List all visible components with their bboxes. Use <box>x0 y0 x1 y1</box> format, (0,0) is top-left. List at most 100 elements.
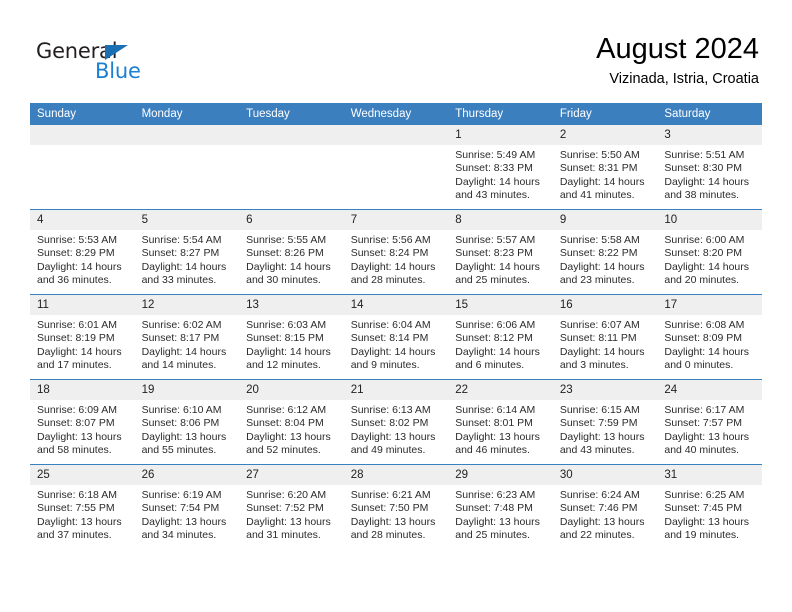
sunrise-time: Sunrise: 6:07 AM <box>559 319 640 331</box>
calendar-day-cell[interactable]: 26 Sunrise: 6:19 AM Sunset: 7:54 PM Dayligh… <box>134 464 240 549</box>
sunrise-time: Sunrise: 5:53 AM <box>37 234 117 246</box>
sunset-time: Sunset: 8:33 PM <box>455 162 533 175</box>
calendar-day-cell[interactable]: 29 Sunrise: 6:23 AM Sunset: 7:48 PM Dayligh… <box>448 464 553 549</box>
calendar-day-cell[interactable]: 22 Sunrise: 6:14 AM Sunset: 8:01 PM Dayligh… <box>448 379 553 465</box>
daylight-duration-line1: Daylight: 14 hours <box>37 345 122 358</box>
daylight-duration-line1: Daylight: 14 hours <box>664 345 750 358</box>
daylight-duration-line2: and 43 minutes. <box>559 443 635 456</box>
calendar-day-cell[interactable]: 15 Sunrise: 6:06 AM Sunset: 8:12 PM Dayligh… <box>448 294 553 380</box>
day-details: Sunrise: 5:56 AM Sunset: 8:24 PM Daylight:… <box>344 230 449 287</box>
sunset-time: Sunset: 8:29 PM <box>37 247 115 260</box>
day-number: 16 <box>552 295 658 315</box>
day-number: 2 <box>552 125 658 145</box>
calendar-day-cell[interactable]: 13 Sunrise: 6:03 AM Sunset: 8:15 PM Dayligh… <box>239 294 344 380</box>
day-number: 12 <box>134 295 240 315</box>
day-details: Sunrise: 5:58 AM Sunset: 8:22 PM Daylight:… <box>553 230 658 287</box>
day-details: Sunrise: 5:49 AM Sunset: 8:33 PM Daylight:… <box>448 145 553 202</box>
calendar-day-cell[interactable]: 10 Sunrise: 6:00 AM Sunset: 8:20 PM Dayligh… <box>657 209 762 295</box>
calendar-day-cell[interactable]: 1 Sunrise: 5:49 AM Sunset: 8:33 PM Daylight… <box>448 125 553 210</box>
daylight-duration-line1: Daylight: 14 hours <box>37 260 122 273</box>
calendar-day-cell[interactable]: 18 Sunrise: 6:09 AM Sunset: 8:07 PM Dayligh… <box>30 379 135 465</box>
sunrise-time: Sunrise: 5:54 AM <box>141 234 222 246</box>
calendar-day-cell[interactable]: 24 Sunrise: 6:17 AM Sunset: 7:57 PM Dayligh… <box>657 379 762 465</box>
daylight-duration-line2: and 6 minutes. <box>455 358 525 371</box>
sunrise-time: Sunrise: 5:51 AM <box>664 149 745 161</box>
sunset-time: Sunset: 8:26 PM <box>246 247 324 260</box>
day-number <box>134 125 240 145</box>
day-number: 30 <box>552 465 658 485</box>
day-number <box>343 125 449 145</box>
calendar-day-cell[interactable]: 9 Sunrise: 5:58 AM Sunset: 8:22 PM Daylight… <box>552 209 658 295</box>
calendar-week-row: 18 Sunrise: 6:09 AM Sunset: 8:07 PM Dayligh… <box>30 379 762 465</box>
calendar-day-cell[interactable]: 14 Sunrise: 6:04 AM Sunset: 8:14 PM Dayligh… <box>343 294 449 380</box>
sunrise-time: Sunrise: 6:25 AM <box>664 489 745 501</box>
day-number: 10 <box>657 210 762 230</box>
day-number: 23 <box>552 380 658 400</box>
daylight-duration-line1: Daylight: 14 hours <box>559 345 645 358</box>
weekday-header-tuesday: Tuesday <box>239 103 344 125</box>
calendar-day-cell[interactable]: 3 Sunrise: 5:51 AM Sunset: 8:30 PM Daylight… <box>657 125 762 210</box>
day-number <box>30 125 135 145</box>
daylight-duration-line2: and 37 minutes. <box>37 528 112 541</box>
calendar-day-cell[interactable]: 25 Sunrise: 6:18 AM Sunset: 7:55 PM Dayligh… <box>30 464 135 549</box>
weekday-header-wednesday: Wednesday <box>343 103 449 125</box>
calendar-day-cell[interactable]: 11 Sunrise: 6:01 AM Sunset: 8:19 PM Dayligh… <box>30 294 135 380</box>
day-number: 9 <box>552 210 658 230</box>
calendar-week-row: 1 Sunrise: 5:49 AM Sunset: 8:33 PM Daylight… <box>30 125 762 210</box>
calendar-day-cell[interactable]: 4 Sunrise: 5:53 AM Sunset: 8:29 PM Daylight… <box>30 209 135 295</box>
daylight-duration-line1: Daylight: 14 hours <box>141 260 227 273</box>
calendar-day-cell[interactable]: 17 Sunrise: 6:08 AM Sunset: 8:09 PM Dayligh… <box>657 294 762 380</box>
sunset-time: Sunset: 8:20 PM <box>664 247 743 260</box>
daylight-duration-line2: and 36 minutes. <box>37 273 112 286</box>
sunrise-time: Sunrise: 6:13 AM <box>350 404 431 416</box>
day-number: 28 <box>343 465 449 485</box>
day-details: Sunrise: 6:01 AM Sunset: 8:19 PM Daylight:… <box>30 315 135 372</box>
daylight-duration-line1: Daylight: 13 hours <box>37 430 122 443</box>
day-details: Sunrise: 6:03 AM Sunset: 8:15 PM Daylight:… <box>239 315 344 372</box>
day-details: Sunrise: 6:17 AM Sunset: 7:57 PM Daylight:… <box>657 400 762 457</box>
daylight-duration-line1: Daylight: 14 hours <box>246 345 331 358</box>
daylight-duration-line2: and 49 minutes. <box>350 443 426 456</box>
sunset-time: Sunset: 8:31 PM <box>559 162 638 175</box>
calendar-day-cell[interactable]: 27 Sunrise: 6:20 AM Sunset: 7:52 PM Dayligh… <box>239 464 344 549</box>
daylight-duration-line2: and 46 minutes. <box>455 443 530 456</box>
calendar-day-cell[interactable]: 5 Sunrise: 5:54 AM Sunset: 8:27 PM Daylight… <box>134 209 240 295</box>
calendar-day-cell[interactable]: 8 Sunrise: 5:57 AM Sunset: 8:23 PM Daylight… <box>448 209 553 295</box>
calendar-day-cell[interactable]: 7 Sunrise: 5:56 AM Sunset: 8:24 PM Daylight… <box>343 209 449 295</box>
day-number <box>239 125 344 145</box>
daylight-duration-line2: and 30 minutes. <box>246 273 321 286</box>
calendar-day-cell[interactable]: 21 Sunrise: 6:13 AM Sunset: 8:02 PM Dayligh… <box>343 379 449 465</box>
day-number: 3 <box>657 125 762 145</box>
day-details: Sunrise: 6:10 AM Sunset: 8:06 PM Daylight:… <box>135 400 240 457</box>
sunset-time: Sunset: 8:27 PM <box>141 247 220 260</box>
calendar-day-cell[interactable]: 12 Sunrise: 6:02 AM Sunset: 8:17 PM Dayligh… <box>134 294 240 380</box>
calendar-day-cell[interactable]: 16 Sunrise: 6:07 AM Sunset: 8:11 PM Dayligh… <box>552 294 658 380</box>
calendar-day-cell[interactable]: 2 Sunrise: 5:50 AM Sunset: 8:31 PM Daylight… <box>552 125 658 210</box>
calendar-day-cell[interactable]: 30 Sunrise: 6:24 AM Sunset: 7:46 PM Dayligh… <box>552 464 658 549</box>
day-details: Sunrise: 6:19 AM Sunset: 7:54 PM Daylight:… <box>135 485 240 542</box>
sunrise-time: Sunrise: 6:01 AM <box>37 319 117 331</box>
sunrise-time: Sunrise: 6:12 AM <box>246 404 327 416</box>
daylight-duration-line2: and 31 minutes. <box>246 528 321 541</box>
calendar-day-cell[interactable]: 23 Sunrise: 6:15 AM Sunset: 7:59 PM Dayligh… <box>552 379 658 465</box>
sunrise-time: Sunrise: 6:23 AM <box>455 489 536 501</box>
day-number: 6 <box>239 210 344 230</box>
calendar-day-cell[interactable]: 19 Sunrise: 6:10 AM Sunset: 8:06 PM Dayligh… <box>134 379 240 465</box>
sunrise-time: Sunrise: 6:24 AM <box>559 489 640 501</box>
sunset-time: Sunset: 8:23 PM <box>455 247 533 260</box>
sunset-time: Sunset: 8:30 PM <box>664 162 743 175</box>
daylight-duration-line2: and 12 minutes. <box>246 358 321 371</box>
day-details: Sunrise: 6:04 AM Sunset: 8:14 PM Daylight:… <box>344 315 449 372</box>
sunset-time: Sunset: 8:12 PM <box>455 332 533 345</box>
logo-text-blue: Blue <box>95 59 141 83</box>
day-details: Sunrise: 6:20 AM Sunset: 7:52 PM Daylight:… <box>239 485 344 542</box>
daylight-duration-line2: and 25 minutes. <box>455 273 530 286</box>
calendar-day-cell[interactable]: 28 Sunrise: 6:21 AM Sunset: 7:50 PM Dayligh… <box>343 464 449 549</box>
calendar-day-cell[interactable]: 31 Sunrise: 6:25 AM Sunset: 7:45 PM Dayligh… <box>657 464 762 549</box>
calendar-day-cell[interactable]: 20 Sunrise: 6:12 AM Sunset: 8:04 PM Dayligh… <box>239 379 344 465</box>
calendar-day-cell[interactable]: 6 Sunrise: 5:55 AM Sunset: 8:26 PM Daylight… <box>239 209 344 295</box>
day-details: Sunrise: 5:53 AM Sunset: 8:29 PM Daylight:… <box>30 230 135 287</box>
daylight-duration-line2: and 38 minutes. <box>664 188 740 201</box>
general-blue-logo[interactable]: General Blue <box>36 40 196 88</box>
calendar-page: General Blue August 2024 Vizinada, Istri… <box>0 0 792 612</box>
